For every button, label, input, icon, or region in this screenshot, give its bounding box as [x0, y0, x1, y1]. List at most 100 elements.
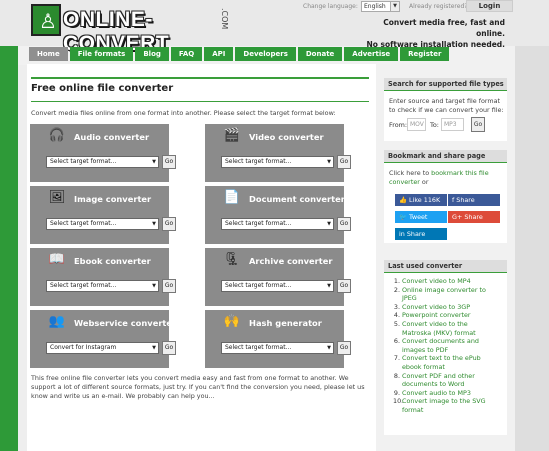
nav-blog[interactable]: Blog	[135, 47, 169, 61]
to-input[interactable]: MP3	[441, 118, 464, 131]
document-icon: 📄	[223, 190, 241, 205]
nav-api[interactable]: API	[204, 47, 234, 61]
list-item-link[interactable]: Convert image to the SVG format	[402, 397, 498, 414]
list-item[interactable]: 7. Convert text to the ePub ebook format	[393, 354, 498, 371]
nav-register[interactable]: Register	[400, 47, 450, 61]
hash-generator-panel: 🙌 Hash generator Select target format...…	[205, 310, 351, 368]
login-button[interactable]: Login	[466, 0, 513, 12]
twitter-icon: 🐦	[399, 213, 409, 221]
like-label: Like 116K	[409, 196, 441, 204]
chevron-down-icon: ▼	[152, 159, 156, 165]
facebook-share-button[interactable]: f Share	[448, 194, 500, 206]
archive-format-select[interactable]: Select target format... ▼	[221, 280, 334, 292]
list-item-link[interactable]: Convert documents and images to PDF	[402, 337, 498, 354]
list-item[interactable]: 8. Convert PDF and other documents to Wor…	[393, 372, 498, 389]
nav-faq[interactable]: FAQ	[170, 47, 203, 61]
from-input[interactable]: MOV	[407, 118, 426, 131]
from-label: From:	[389, 121, 407, 129]
webservice-icon: 👥	[48, 314, 66, 329]
list-item[interactable]: 3. Convert video to 3GP	[393, 303, 498, 312]
search-go-button[interactable]: Go	[471, 117, 485, 132]
logo-figure-icon: ♙	[31, 4, 61, 36]
last-used-heading: Last used converter	[384, 260, 507, 273]
headphones-icon: 🎧	[48, 128, 66, 143]
image-go-button[interactable]: Go	[162, 217, 176, 231]
chevron-down-icon: ▼	[152, 221, 156, 227]
list-item-link[interactable]: Convert audio to MP3	[402, 389, 471, 398]
tagline: Convert media free, fast and online. No …	[355, 17, 505, 50]
bookmark-text: Click here to bookmark this file convert…	[389, 169, 505, 187]
converter-title: Webservice converter	[74, 318, 177, 328]
linkedin-share-button[interactable]: in Share	[395, 228, 447, 240]
language-label: Change language:	[303, 3, 358, 10]
nav-donate[interactable]: Donate	[297, 47, 343, 61]
bookmark-heading: Bookmark and share page	[384, 150, 507, 163]
list-item-link[interactable]: Convert video to MP4	[402, 277, 471, 286]
list-item-link[interactable]: Powerpoint converter	[402, 311, 471, 320]
list-item[interactable]: 6. Convert documents and images to PDF	[393, 337, 498, 354]
chevron-down-icon: ▼	[152, 283, 156, 289]
main-nav: Home File formats Blog FAQ API Developer…	[29, 47, 450, 61]
twitter-tweet-button[interactable]: 🐦 Tweet	[395, 211, 447, 223]
left-decorative-stripe	[0, 0, 18, 451]
language-value: English	[364, 3, 386, 10]
list-item-link[interactable]: Convert video to the Matroska (MKV) form…	[402, 320, 498, 337]
document-go-button[interactable]: Go	[337, 217, 351, 231]
ebook-go-button[interactable]: Go	[162, 279, 176, 293]
webservice-format-select[interactable]: Convert for Instagram ▼	[46, 342, 159, 354]
list-item[interactable]: 5. Convert video to the Matroska (MKV) fo…	[393, 320, 498, 337]
list-item-link[interactable]: Convert text to the ePub ebook format	[402, 354, 498, 371]
list-item[interactable]: 4. Powerpoint converter	[393, 311, 498, 320]
list-item[interactable]: 10. Convert image to the SVG format	[393, 397, 498, 414]
video-format-select[interactable]: Select target format... ▼	[221, 156, 334, 168]
list-item[interactable]: 2. Online image converter to JPEG	[393, 286, 498, 303]
ebook-icon: 📖	[48, 252, 66, 267]
image-format-select[interactable]: Select target format... ▼	[46, 218, 159, 230]
nav-file-formats[interactable]: File formats	[69, 47, 134, 61]
last-used-box: Last used converter 1. Convert video to M…	[384, 260, 507, 435]
audio-format-select[interactable]: Select target format... ▼	[46, 156, 159, 168]
select-value: Select target format...	[50, 220, 117, 227]
outro-text: This free online file converter lets you…	[31, 374, 365, 400]
film-icon: 🎬	[223, 128, 241, 143]
header: ♙ ONLINE-CONVERT .COM Change language: E…	[0, 0, 549, 55]
language-select[interactable]: English ▼	[361, 1, 400, 12]
list-item[interactable]: 1. Convert video to MP4	[393, 277, 498, 286]
nav-developers[interactable]: Developers	[235, 47, 296, 61]
chevron-down-icon: ▼	[327, 221, 331, 227]
audio-converter-panel: 🎧 Audio converter Select target format..…	[30, 124, 176, 182]
bookmark-text-before: Click here to	[389, 169, 432, 177]
facebook-label: Share	[456, 196, 475, 204]
search-heading: Search for supported file types	[384, 78, 507, 91]
google-share-button[interactable]: G+ Share	[448, 211, 500, 223]
audio-go-button[interactable]: Go	[162, 155, 176, 169]
chevron-down-icon: ▼	[390, 2, 399, 11]
nav-home[interactable]: Home	[29, 47, 68, 61]
thumbs-up-icon: 👍	[399, 196, 409, 204]
list-item[interactable]: 9. Convert audio to MP3	[393, 389, 498, 398]
hash-format-select[interactable]: Select target format... ▼	[221, 342, 334, 354]
title-divider	[31, 101, 369, 102]
webservice-go-button[interactable]: Go	[162, 341, 176, 355]
facebook-like-button[interactable]: 👍 Like 116K	[395, 194, 447, 206]
tagline-line-1: Convert media free, fast and online.	[383, 18, 505, 38]
nav-advertise[interactable]: Advertise	[344, 47, 399, 61]
converter-title: Image converter	[74, 194, 152, 204]
page-title: Free online file converter	[31, 83, 174, 94]
image-icon: 🖼	[48, 190, 66, 205]
list-item-link[interactable]: Online image converter to JPEG	[402, 286, 498, 303]
hash-go-button[interactable]: Go	[337, 341, 351, 355]
archive-go-button[interactable]: Go	[337, 279, 351, 293]
left-decorative-gap	[18, 65, 27, 451]
archive-converter-panel: 🗜 Archive converter Select target format…	[205, 248, 351, 306]
ebook-format-select[interactable]: Select target format... ▼	[46, 280, 159, 292]
linkedin-icon: in	[399, 230, 407, 238]
site-logo[interactable]: ♙ ONLINE-CONVERT .COM	[31, 4, 253, 55]
list-item-link[interactable]: Convert video to 3GP	[402, 303, 470, 312]
select-value: Select target format...	[50, 282, 117, 289]
list-item-link[interactable]: Convert PDF and other documents to Word	[402, 372, 498, 389]
video-go-button[interactable]: Go	[337, 155, 351, 169]
webservice-converter-panel: 👥 Webservice converter Convert for Insta…	[30, 310, 176, 368]
google-label: Share	[464, 213, 483, 221]
document-format-select[interactable]: Select target format... ▼	[221, 218, 334, 230]
